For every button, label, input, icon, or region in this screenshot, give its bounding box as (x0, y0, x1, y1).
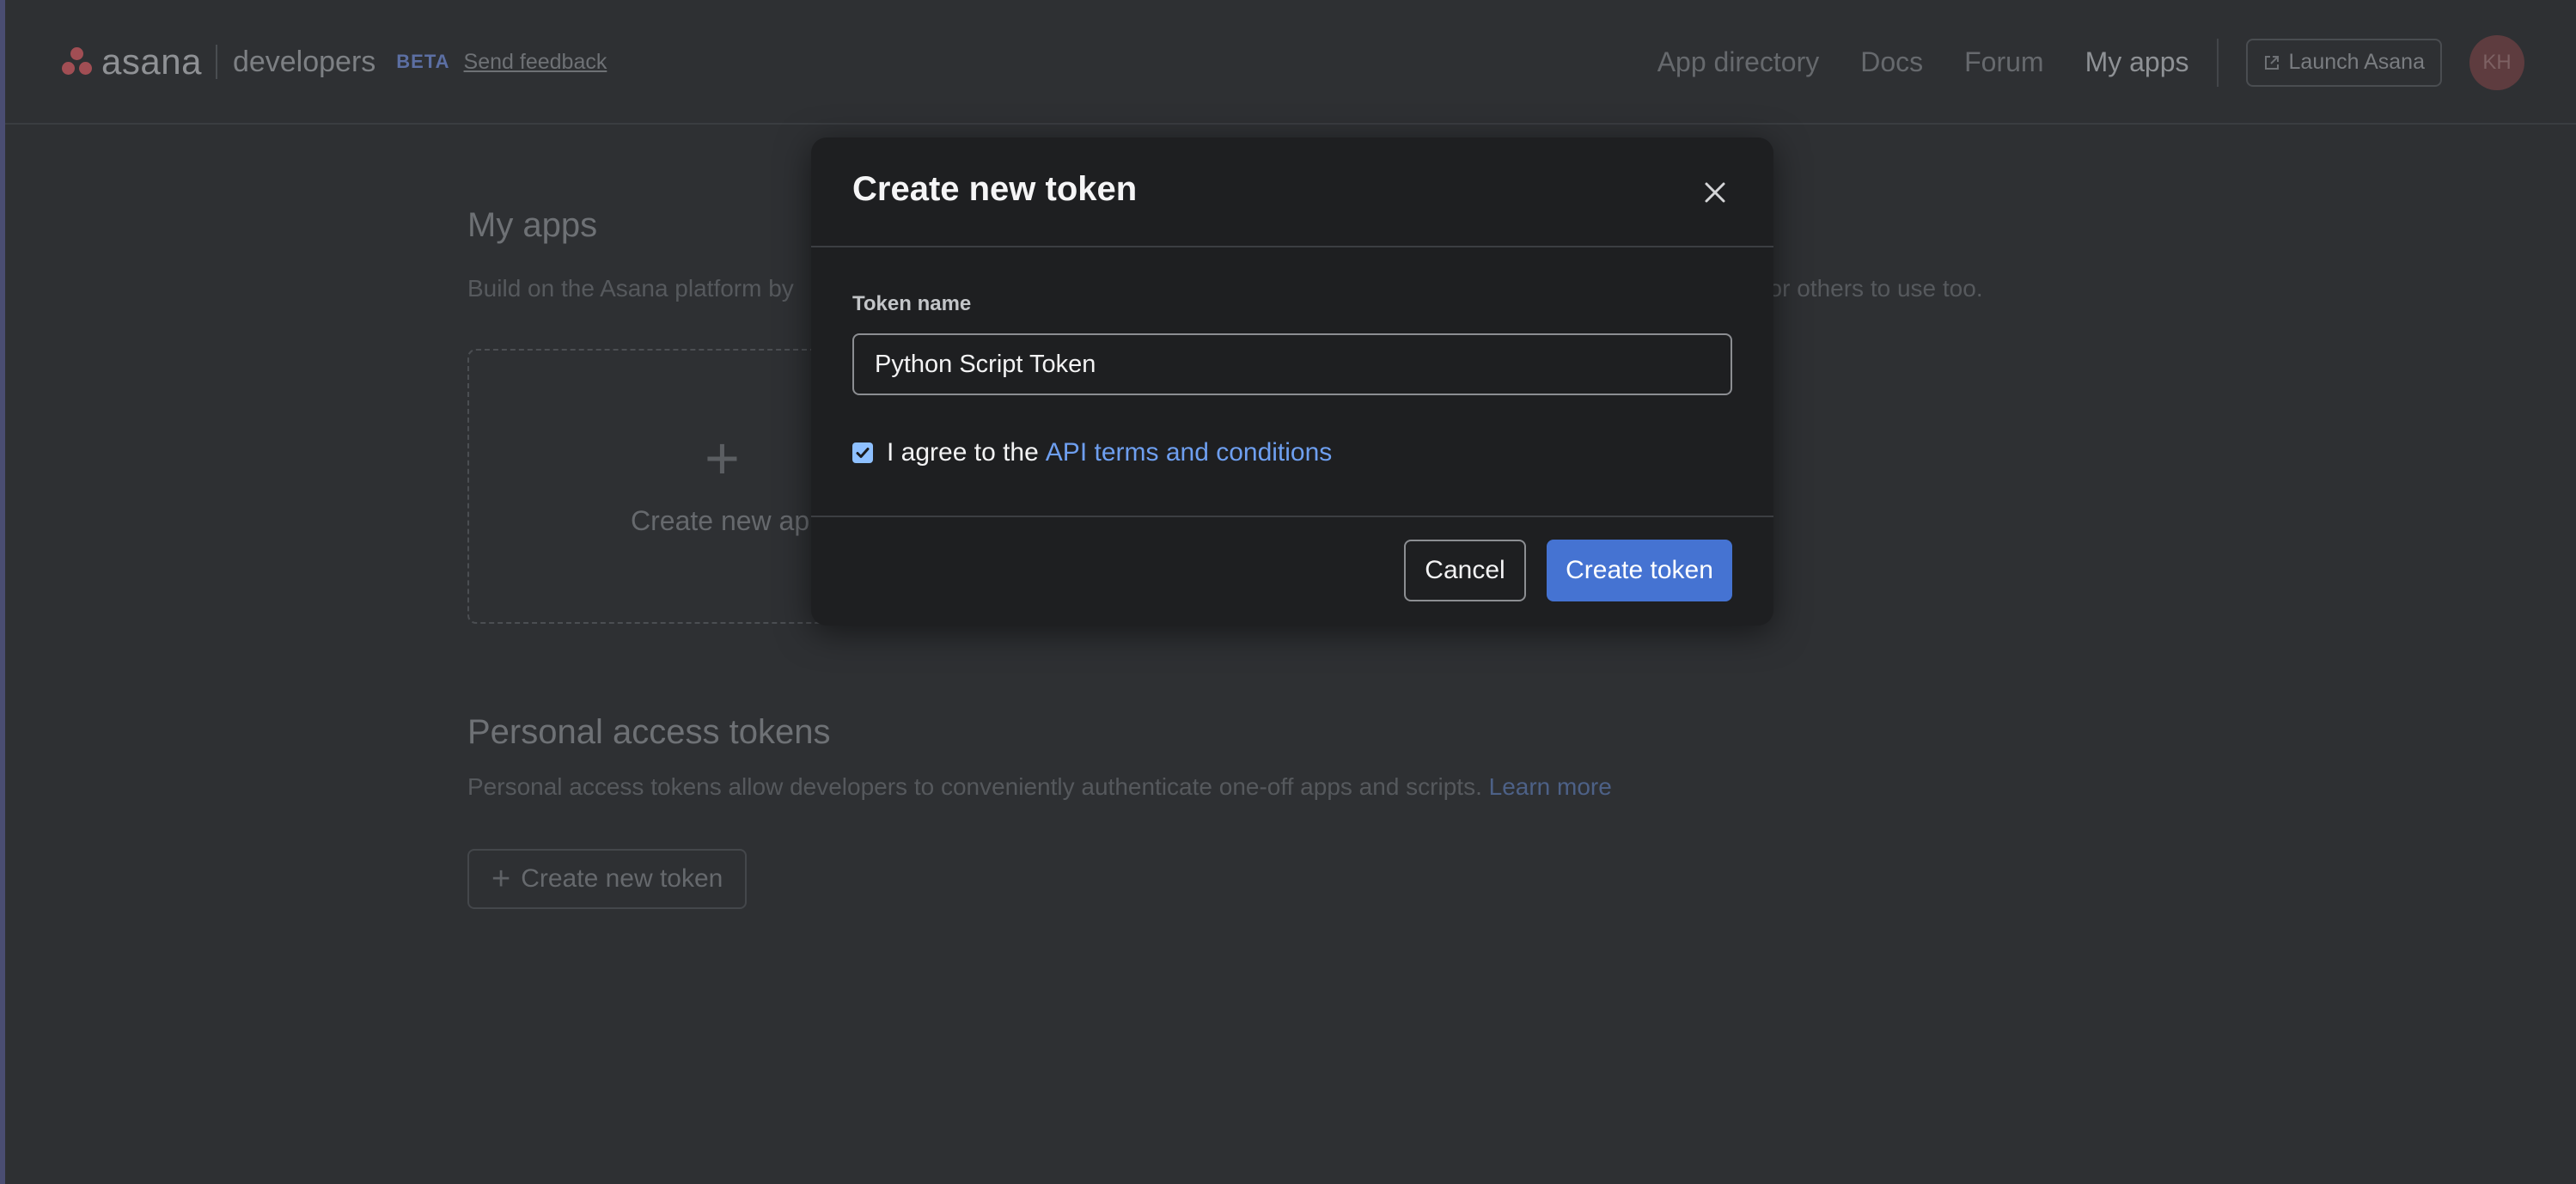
learn-more-link[interactable]: Learn more (1489, 773, 1612, 800)
logo-wordmark: asana (101, 41, 202, 82)
user-avatar[interactable]: KH (2469, 34, 2524, 90)
personal-access-tokens-heading: Personal access tokens (467, 713, 831, 751)
nav-app-directory[interactable]: App directory (1657, 46, 1820, 78)
nav-forum[interactable]: Forum (1964, 46, 2043, 78)
asana-logo-icon (60, 46, 95, 78)
agree-checkbox[interactable] (852, 442, 873, 463)
personal-access-tokens-description: Personal access tokens allow developers … (467, 773, 1612, 801)
create-new-token-label: Create new token (521, 864, 723, 893)
dialog-title: Create new token (852, 170, 1138, 208)
agree-text: I agree to the (887, 438, 1039, 467)
pat-description-text: Personal access tokens allow developers … (467, 773, 1482, 800)
plus-icon: + (491, 860, 511, 897)
asana-developers-logo[interactable]: asana developers BETA Send feedback (60, 38, 607, 86)
checkmark-icon (856, 448, 870, 458)
token-name-input[interactable] (852, 333, 1732, 395)
logo-divider (215, 45, 217, 79)
my-apps-description: Build on the Asana platform by (467, 275, 794, 302)
window-edge (0, 0, 5, 1184)
launch-asana-button[interactable]: Launch Asana (2245, 38, 2442, 87)
close-icon[interactable] (1698, 175, 1732, 210)
api-terms-link[interactable]: API terms and conditions (1046, 438, 1333, 467)
page: asana developers BETA Send feedback App … (0, 0, 2576, 1184)
cancel-button[interactable]: Cancel (1404, 540, 1526, 601)
beta-badge: BETA (396, 51, 450, 72)
token-name-label: Token name (852, 292, 972, 315)
my-apps-description-tail: y for others to use too. (1743, 275, 1983, 302)
launch-asana-label: Launch Asana (2288, 50, 2425, 74)
plus-icon: + (705, 424, 740, 491)
send-feedback-link[interactable]: Send feedback (464, 50, 607, 75)
nav-my-apps[interactable]: My apps (2085, 46, 2189, 78)
dialog-header: Create new token (811, 137, 1773, 247)
external-link-icon (2264, 55, 2279, 70)
create-new-app-card[interactable] (467, 349, 863, 624)
logo-suffix: developers (232, 45, 376, 78)
nav-docs[interactable]: Docs (1860, 46, 1923, 78)
dialog-footer-divider (811, 516, 1773, 517)
nav-divider (2216, 38, 2219, 87)
create-new-token-button[interactable]: + Create new token (467, 849, 748, 909)
top-header: asana developers BETA Send feedback App … (5, 0, 2576, 125)
agree-terms-row: I agree to the API terms and conditions (852, 438, 1332, 467)
create-token-button[interactable]: Create token (1547, 540, 1732, 601)
create-token-dialog: Create new token Token name I agree to t… (811, 137, 1773, 626)
create-new-app-label: Create new ap (631, 505, 810, 536)
top-nav: App directory Docs Forum My apps Launch … (1616, 0, 2576, 125)
